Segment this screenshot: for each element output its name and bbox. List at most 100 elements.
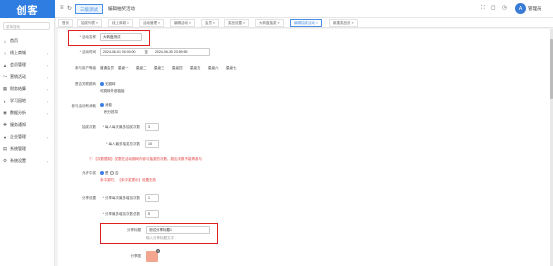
sidebar-item-8[interactable]: ● 企业管理 › [0, 132, 55, 142]
tab-0[interactable]: 首页 [58, 19, 73, 27]
sidebar-item-icon: ▦ [2, 86, 8, 91]
top-nav-item[interactable]: 编辑抽奖活动 [104, 4, 139, 14]
tab-7[interactable]: 大转盘抽奖 × [255, 19, 284, 27]
tab-1[interactable]: 抽奖列表 × [77, 19, 103, 27]
sidebar-item-2[interactable]: ▲ 会员管理 › [0, 60, 55, 70]
share-setting-label: 分享设置 [82, 196, 96, 200]
jump-option-2[interactable]: 可跳转外部链接 [100, 89, 125, 94]
chevron-right-icon: › [47, 50, 49, 56]
tab-8[interactable]: 编辑抽奖活动 × [290, 19, 323, 27]
app-logo[interactable]: 创客 [0, 0, 55, 18]
jump-opt2-text: 可跳转外部链接 [100, 89, 125, 93]
allow-win-yes[interactable]: 是 [100, 171, 109, 176]
draw-warning: ① 【次数限制】仅限在活动期间内参与抽奖的次数，超出次数不能再参与 [89, 157, 202, 161]
activity-name-input[interactable]: 大转盘测试 [100, 33, 142, 41]
tab-3[interactable]: 活动管理 × [139, 19, 165, 27]
sidebar-item-3[interactable]: 〜营销活动 › [0, 72, 55, 82]
sidebar-item-icon: ◉ [3, 110, 7, 115]
share-title-input[interactable]: 测试分享标题1 [146, 226, 210, 234]
tab-2[interactable]: 线上商城 × [108, 19, 134, 27]
sidebar: 菜单搜索 ⌂ 首页 ♀ 线上商城 › ▲ 会员管理 › 〜营销活动 › ▦ 财务结算 › ◐ 学习园地 › ◉ 数… [0, 18, 55, 266]
sidebar-item-label: 系统设置 [10, 158, 26, 163]
refresh-icon[interactable]: ↻ [67, 5, 72, 12]
radio-off-icon [110, 171, 114, 176]
allow-win-yes-text: 是 [105, 171, 109, 175]
tab-6[interactable]: 奖品设置 × [224, 19, 250, 27]
fullscreen-icon[interactable]: ⛶ [481, 5, 485, 12]
draw-total-input[interactable]: 10 [145, 140, 159, 148]
activity-time-range[interactable]: 2024-06-01 00:00:00 至 2024-06-30 23:59:5… [100, 48, 210, 56]
user-name[interactable]: 管理员 [528, 6, 542, 12]
sidebar-item-label: 首页 [10, 38, 18, 43]
sidebar-item-4[interactable]: ▦ 财务结算 › [0, 84, 55, 94]
sidebar-item-label: 企业管理 [10, 134, 26, 139]
sidebar-item-icon: ● [3, 134, 7, 140]
radio-on-icon [100, 171, 104, 176]
tab-5[interactable]: 会员 × [201, 19, 220, 27]
tab-bar: 首页 抽奖列表 × 线上商城 × 活动管理 × 编辑活动 × 会员 × 奖品设置 × 大转盘抽… [56, 18, 553, 28]
jump-opt1-text: 无跳转 [105, 82, 116, 86]
avatar[interactable]: A [515, 3, 526, 14]
sidebar-item-0[interactable]: ⌂ 首页 [0, 36, 55, 46]
lock-icon[interactable]: ◻ [491, 5, 496, 11]
level-option-2[interactable]: 星级二 [136, 66, 147, 71]
share-daily-label: * 分享每次最多增加次数 [102, 196, 140, 200]
allow-win-warning: 未中奖时，【未中奖提示】设置无效 [100, 178, 156, 182]
chevron-right-icon: › [47, 134, 49, 140]
sidebar-item-icon: ▤ [2, 146, 8, 151]
level-option-0[interactable]: 普通会员 [100, 66, 114, 71]
time-separator: 至 [144, 50, 148, 54]
notification-icon[interactable]: ◷ [502, 5, 507, 11]
level-option-3[interactable]: 星级三 [154, 66, 165, 71]
sidebar-item-10[interactable]: ⚙ 系统设置 › [0, 156, 55, 166]
sidebar-item-label: 会员管理 [10, 62, 26, 67]
share-title-hint: 输入分享标题文字 [146, 236, 174, 240]
consume-option-1[interactable]: 消费 [100, 103, 112, 108]
radio-on-icon [100, 82, 104, 87]
level-option-7[interactable]: 星级七 [226, 66, 237, 71]
chevron-right-icon: › [47, 86, 49, 92]
sidebar-item-icon: ♀ [3, 50, 7, 56]
sidebar-item-9[interactable]: ▤ 系统管理 [0, 144, 55, 154]
draw-times-label: 抽奖次数 [82, 125, 96, 129]
allow-win-label: 允许中奖 [82, 171, 96, 175]
share-daily-input[interactable]: 1 [145, 194, 159, 202]
activity-time-label: * 活动时间 [79, 50, 96, 54]
jump-option-1[interactable]: 无跳转 [100, 82, 116, 87]
draw-daily-input[interactable]: 3 [145, 123, 159, 131]
allow-win-no-text: 否 [115, 171, 119, 175]
consume-option-2[interactable]: 积分抵扣 [104, 110, 118, 115]
level-option-6[interactable]: 星级六 [208, 66, 219, 71]
remove-image-icon[interactable]: × [156, 249, 160, 253]
sidebar-item-6[interactable]: ◉ 数据分析 › [0, 108, 55, 118]
consume-opt2-text: 积分抵扣 [104, 110, 118, 114]
share-image-thumbnail[interactable]: × [146, 249, 160, 262]
sidebar-item-label: 数据分析 [10, 110, 26, 115]
menu-fold-icon[interactable]: ≡ [60, 5, 64, 11]
top-nav-active[interactable]: 三级测试 [75, 4, 103, 14]
tab-4[interactable]: 编辑活动 × [170, 19, 196, 27]
level-option-1[interactable]: 星级一 [118, 66, 129, 71]
share-max-label: * 分享最多增加次数总数 [102, 212, 140, 216]
tab-9[interactable]: 新建奖品页 × [329, 19, 358, 27]
sidebar-item-icon: ✚ [3, 122, 7, 127]
allow-win-no[interactable]: 否 [110, 171, 119, 176]
draw-total-label: * 每人最多抽奖总次数 [106, 142, 140, 146]
level-option-4[interactable]: 星级四 [172, 66, 183, 71]
sidebar-search-input[interactable]: 菜单搜索 [3, 22, 50, 30]
chevron-right-icon: › [47, 74, 49, 80]
sidebar-item-5[interactable]: ◐ 学习园地 › [0, 96, 55, 106]
draw-daily-label: * 每人每天最多抽奖次数 [102, 125, 140, 129]
consume-opt1-text: 消费 [105, 103, 112, 107]
activity-name-label: * 活动名称 [79, 35, 96, 39]
chevron-right-icon: › [47, 62, 49, 68]
sidebar-item-1[interactable]: ♀ 线上商城 › [0, 48, 55, 58]
sidebar-item-icon: ▲ [2, 62, 8, 68]
sidebar-item-label: 学习园地 [10, 98, 26, 103]
sidebar-item-7[interactable]: ✚ 服务通知 [0, 120, 55, 130]
share-image-label: 分享图 [130, 254, 142, 258]
level-option-5[interactable]: 星级五 [190, 66, 201, 71]
share-title-label: 分享标题 [127, 228, 141, 232]
top-bar: 创客 ≡ ↻ 三级测试 编辑抽奖活动 ⛶ ◻ ◷ A 管理员 [0, 0, 553, 18]
share-max-input[interactable]: 5 [145, 210, 159, 218]
